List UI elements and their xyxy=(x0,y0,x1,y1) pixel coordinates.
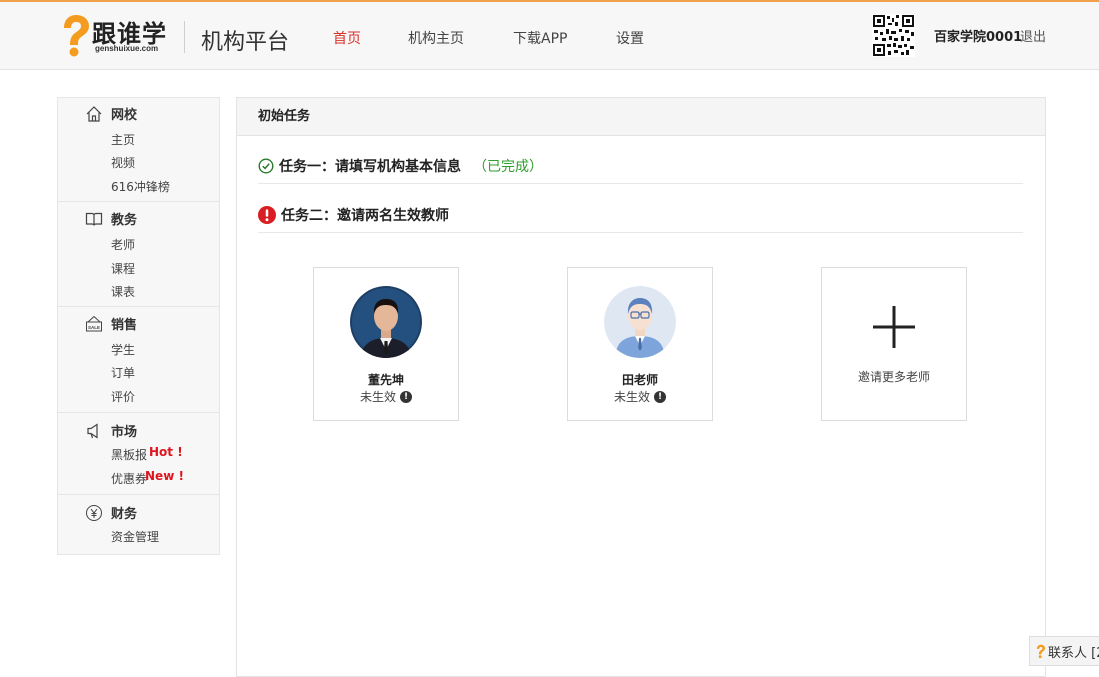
sidebar-heading-finance: 财务 xyxy=(85,503,137,522)
panel-title: 初始任务 xyxy=(237,98,1045,136)
teacher-name: 董先坤 xyxy=(367,373,404,387)
sidebar-item-courses[interactable]: 课程 xyxy=(111,260,135,277)
nav-download-app[interactable]: 下载APP xyxy=(513,28,567,48)
yen-icon xyxy=(86,504,102,521)
alert-icon xyxy=(258,205,276,224)
header: 跟谁学 genshuixue.com 机构平台 首页 机构主页 下载APP 设置… xyxy=(0,2,1099,70)
task-2-row[interactable]: 任务二：邀请两名生效教师 xyxy=(258,197,1023,233)
sidebar-group-academic: 教务 老师 课程 课表 xyxy=(58,202,219,307)
sale-tag-icon: SALE xyxy=(86,315,102,331)
qr-code-icon[interactable] xyxy=(872,14,915,57)
sidebar-item-bulletin[interactable]: 黑板报 Hot ! xyxy=(111,445,183,463)
sidebar-group-finance: 财务 资金管理 xyxy=(58,495,219,554)
sidebar-group-sales: SALE 销售 学生 订单 评价 xyxy=(58,307,219,413)
teacher-name: 田老师 xyxy=(621,373,658,387)
logout-link[interactable]: 退出 xyxy=(1020,26,1046,45)
sidebar-item-orders[interactable]: 订单 xyxy=(111,364,135,381)
contact-tab[interactable]: 联系人 [2 xyxy=(1029,636,1099,666)
nav-settings[interactable]: 设置 xyxy=(616,28,644,48)
invite-more-label: 邀请更多老师 xyxy=(857,370,930,384)
initial-tasks-panel: 初始任务 任务一：请填写机构基本信息 （已完成） 任务二：邀请两名生效教师 董先… xyxy=(236,97,1046,677)
home-icon xyxy=(86,105,102,122)
header-divider xyxy=(184,21,185,53)
info-icon: ! xyxy=(400,390,412,403)
sidebar-group-online-school: 网校 主页 视频 616冲锋榜 xyxy=(58,98,219,202)
sidebar-item-coupons[interactable]: 优惠券New ! xyxy=(111,469,184,487)
task-1-label: 任务一：请填写机构基本信息 xyxy=(279,158,461,175)
task-1-row[interactable]: 任务一：请填写机构基本信息 （已完成） xyxy=(258,148,1023,184)
question-mark-icon xyxy=(1036,644,1046,658)
logo-question-mark-icon xyxy=(64,15,89,57)
hot-badge: Hot ! xyxy=(149,445,183,459)
teacher-status: 未生效! xyxy=(314,388,458,405)
default-avatar xyxy=(604,286,676,358)
nav-home[interactable]: 首页 xyxy=(333,28,361,48)
sidebar-item-616-leaderboard[interactable]: 616冲锋榜 xyxy=(111,178,170,195)
sidebar-item-students[interactable]: 学生 xyxy=(111,341,135,358)
sidebar-heading-sales: SALE 销售 xyxy=(85,314,137,333)
nav-org-homepage[interactable]: 机构主页 xyxy=(408,28,464,48)
sidebar-item-teachers[interactable]: 老师 xyxy=(111,236,135,253)
task-2-label: 任务二：邀请两名生效教师 xyxy=(281,207,449,224)
plus-icon xyxy=(873,306,915,348)
sidebar-item-fund-management[interactable]: 资金管理 xyxy=(111,528,159,545)
logo[interactable]: 跟谁学 genshuixue.com xyxy=(58,14,188,58)
sidebar-group-marketing: 市场 黑板报 Hot ! 优惠券New ! xyxy=(58,413,219,495)
platform-title: 机构平台 xyxy=(201,30,290,55)
logo-subtitle: genshuixue.com xyxy=(95,44,159,53)
sidebar-item-schedule[interactable]: 课表 xyxy=(111,283,135,300)
new-badge: New ! xyxy=(145,469,184,483)
teacher-status: 未生效! xyxy=(568,388,712,405)
megaphone-icon xyxy=(87,422,98,439)
info-icon: ! xyxy=(654,390,666,403)
task-1-status: （已完成） xyxy=(473,158,543,175)
sidebar: 网校 主页 视频 616冲锋榜 教务 老师 课程 课表 SALE 销售 学生 订… xyxy=(57,97,220,555)
teacher-card[interactable]: 董先坤 未生效! xyxy=(313,267,459,421)
sidebar-item-home[interactable]: 主页 xyxy=(111,131,135,148)
teacher-photo xyxy=(350,286,422,358)
contact-label: 联系人 [2 xyxy=(1048,645,1099,661)
book-icon xyxy=(85,212,103,226)
sidebar-heading-online-school: 网校 xyxy=(85,104,137,123)
user-name: 百家学院0001 xyxy=(934,30,1023,45)
teacher-card[interactable]: 田老师 未生效! xyxy=(567,267,713,421)
sidebar-heading-academic: 教务 xyxy=(85,209,137,228)
sidebar-item-video[interactable]: 视频 xyxy=(111,154,135,171)
check-circle-icon xyxy=(258,157,274,174)
invite-more-card[interactable]: 邀请更多老师 xyxy=(821,267,967,421)
svg-text:SALE: SALE xyxy=(88,324,100,329)
sidebar-item-reviews[interactable]: 评价 xyxy=(111,388,135,405)
sidebar-heading-marketing: 市场 xyxy=(85,421,137,440)
